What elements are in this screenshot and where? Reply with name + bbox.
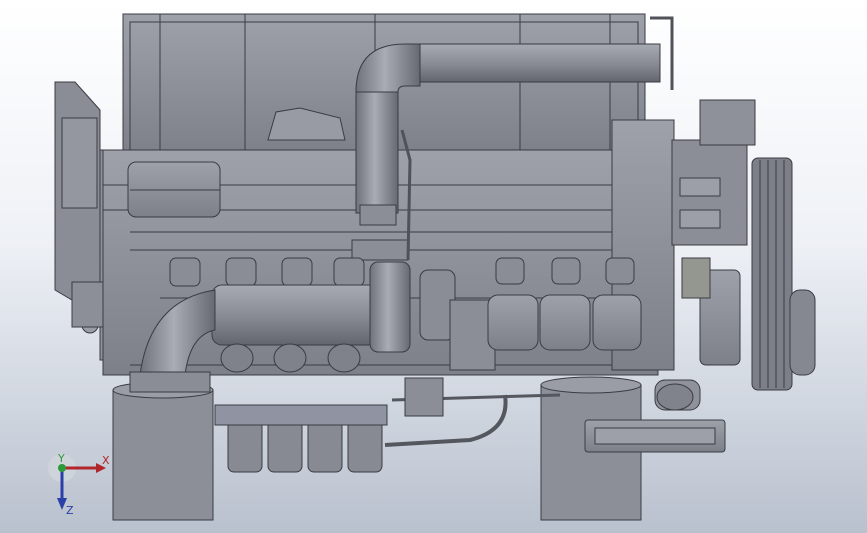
starter-motor xyxy=(654,379,701,411)
crank-pulley xyxy=(751,157,816,391)
y-axis-dot xyxy=(58,464,66,472)
oil-line xyxy=(384,394,508,447)
oil-filter xyxy=(681,257,741,366)
exhaust-ports xyxy=(220,343,361,373)
x-axis-label: X xyxy=(102,454,110,467)
graphics-viewport[interactable]: X Y Z xyxy=(0,0,867,533)
fuel-filter xyxy=(127,161,221,218)
left-engine-mount xyxy=(112,371,214,521)
oil-cooler xyxy=(584,419,726,453)
lower-filters xyxy=(214,404,388,473)
aftercooler xyxy=(487,294,642,351)
sump-block xyxy=(404,377,444,417)
orientation-triad: X Y Z xyxy=(48,452,110,516)
y-axis-label: Y xyxy=(57,452,65,465)
engine-3d-model[interactable] xyxy=(0,0,867,533)
z-axis-label: Z xyxy=(66,504,74,516)
